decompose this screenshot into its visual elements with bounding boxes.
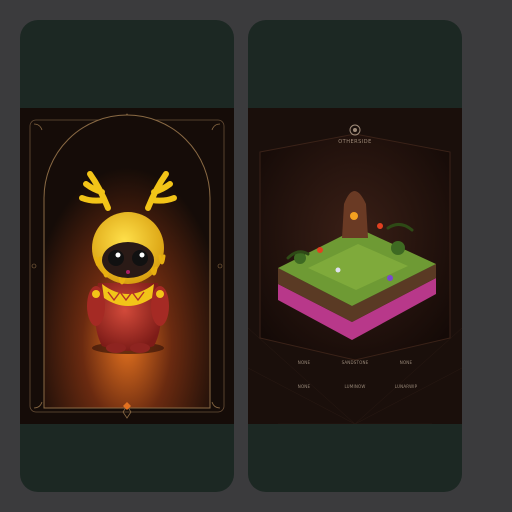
brand-name: OTHERSIDE <box>338 139 372 145</box>
stat-value-4: NONE <box>297 384 311 389</box>
land-card[interactable]: OTHERSIDE NONE SANDSTONE NONE NONE LUMIN… <box>248 20 462 492</box>
stat-value-3: NONE <box>399 360 413 365</box>
stat-value-6: LUNARWIP <box>394 384 418 389</box>
stat-value-2: SANDSTONE <box>341 360 369 365</box>
character-artwork <box>20 108 234 424</box>
character-card[interactable] <box>20 20 234 492</box>
stat-value-1: NONE <box>297 360 311 365</box>
land-artwork <box>248 108 462 424</box>
stat-value-5: LUMINOW <box>344 384 366 389</box>
